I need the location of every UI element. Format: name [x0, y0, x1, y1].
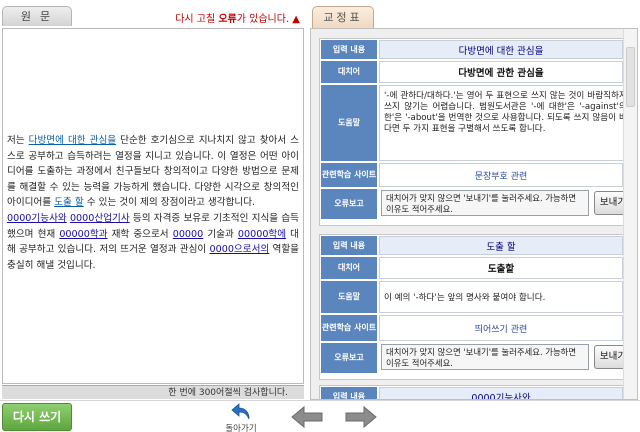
correction-card: 입력 내용 다방면에 대한 관심을 대치어 다방면에 관한 관심을 도움말 '-…	[319, 38, 637, 226]
tab-correction-table[interactable]: 교정표	[312, 6, 374, 28]
error-word[interactable]: 0000기능사와	[7, 213, 67, 224]
input-row: 입력 내용 0000기능사와	[320, 387, 624, 399]
scrollbar-thumb[interactable]	[626, 47, 635, 107]
help-label: 도움말	[321, 85, 377, 161]
error-notice-suffix: 가 있습니다. ▲	[236, 14, 300, 25]
input-label: 입력 내용	[321, 40, 377, 59]
back-button[interactable]: 돌아가기	[218, 401, 264, 432]
prev-button[interactable]	[290, 405, 324, 432]
help-row: 도움말 이 예의 '-하다'는 앞의 명사와 붙여야 합니다.	[320, 281, 624, 313]
tab-original[interactable]: 원문	[2, 6, 72, 26]
error-notice-bold: 오류	[218, 14, 237, 25]
report-row: 오류보고 대치어가 맞지 않으면 '보내기'를 눌러주세요. 가능하면 이유도 …	[320, 343, 632, 373]
correction-card: 입력 내용 도출 할 대치어 도출할 도움말 이 예의 '-하다'는 앞의 명사…	[319, 234, 632, 380]
report-label: 오류보고	[321, 189, 377, 219]
error-word[interactable]: 00000	[173, 229, 204, 240]
bottom-toolbar: 다시 쓰기 돌아가기	[0, 400, 640, 432]
replacement-word[interactable]: 다방면에 관한 관심을	[379, 61, 623, 83]
input-row: 입력 내용 다방면에 대한 관심을	[320, 40, 624, 59]
related-row: 관련학습 사이트 문장부호 관련	[320, 163, 624, 187]
error-word[interactable]: 00000학과	[59, 229, 107, 240]
related-label: 관련학습 사이트	[321, 163, 377, 187]
replace-label: 대치어	[321, 61, 377, 83]
arrow-left-icon	[291, 405, 323, 429]
report-textarea[interactable]: 대치어가 맞지 않으면 '보내기'를 눌러주세요. 가능하면 이유도 적어주세요…	[381, 190, 589, 216]
input-value: 0000기능사와	[379, 387, 623, 399]
input-value: 다방면에 대한 관심을	[379, 40, 623, 59]
word-count-notice: 한 번에 300어절씩 검사합니다.	[2, 385, 304, 399]
error-word[interactable]: 0000으로서의	[210, 244, 270, 255]
essay-paragraph: 저는 다방면에 대한 관심을 단순한 호기심으로 지나치지 않고 찾아서 스스로…	[7, 133, 299, 273]
correction-pane: 교정표 입력 내용 다방면에 대한 관심을 대치어 다방면에 관한 관심을 도움…	[308, 0, 640, 400]
arrow-right-icon	[345, 405, 377, 429]
help-text: '-에 관하다/대하다.'는 영어 두 표현으로 쓰지 않는 것이 바람직하지만…	[379, 85, 637, 161]
essay-text: 기술과	[203, 228, 238, 240]
input-value: 도출 할	[379, 236, 623, 255]
error-word[interactable]: 0000산업기사	[70, 213, 130, 224]
essay-text: 수 있는 것이 제의 장점이라고 생각합니다.	[83, 197, 256, 209]
correction-scroll-area[interactable]: 입력 내용 다방면에 대한 관심을 대치어 다방면에 관한 관심을 도움말 '-…	[310, 28, 638, 400]
input-row: 입력 내용 도출 할	[320, 236, 624, 255]
report-textarea[interactable]: 대치어가 맞지 않으면 '보내기'를 눌러주세요. 가능하면 이유도 적어주세요…	[381, 344, 589, 370]
replace-row: 대치어 도출할	[320, 257, 624, 279]
next-button[interactable]	[344, 405, 378, 432]
report-row: 오류보고 대치어가 맞지 않으면 '보내기'를 눌러주세요. 가능하면 이유도 …	[320, 189, 632, 219]
input-label: 입력 내용	[321, 387, 377, 399]
error-word[interactable]: 도출 할	[54, 197, 84, 208]
rewrite-button[interactable]: 다시 쓰기	[2, 403, 72, 431]
error-notice-prefix: 다시 고칠	[175, 14, 219, 25]
error-word[interactable]: 다방면에 대한 관심을	[29, 135, 116, 146]
related-link[interactable]: 문장부호 관련	[379, 163, 623, 187]
help-label: 도움말	[321, 281, 377, 313]
replace-row: 대치어 다방면에 관한 관심을	[320, 61, 624, 83]
original-text-pane: 원문 다시 고칠 오류가 있습니다. ▲ 저는 다방면에 대한 관심을 단순한 …	[0, 0, 306, 400]
back-label: 돌아가기	[225, 424, 257, 432]
essay-textbox[interactable]: 저는 다방면에 대한 관심을 단순한 호기심으로 지나치지 않고 찾아서 스스로…	[2, 28, 304, 384]
vertical-scrollbar[interactable]	[623, 29, 637, 399]
related-row: 관련학습 사이트 띄어쓰기 관련	[320, 315, 624, 341]
report-label: 오류보고	[321, 343, 377, 373]
back-arrow-icon	[231, 403, 250, 420]
related-label: 관련학습 사이트	[321, 315, 377, 341]
help-row: 도움말 '-에 관하다/대하다.'는 영어 두 표현으로 쓰지 않는 것이 바람…	[320, 85, 637, 161]
correction-card: 입력 내용 0000기능사와	[319, 385, 625, 399]
input-label: 입력 내용	[321, 236, 377, 255]
replace-label: 대치어	[321, 257, 377, 279]
essay-text: 저는	[7, 135, 29, 146]
help-text: 이 예의 '-하다'는 앞의 명사와 붙여야 합니다.	[379, 281, 623, 313]
error-notice: 다시 고칠 오류가 있습니다. ▲	[175, 10, 300, 25]
essay-text: 재학 중으로서	[107, 228, 173, 240]
error-word[interactable]: 00000학에	[238, 229, 286, 240]
related-link[interactable]: 띄어쓰기 관련	[379, 315, 623, 341]
replacement-word[interactable]: 도출할	[379, 257, 623, 279]
